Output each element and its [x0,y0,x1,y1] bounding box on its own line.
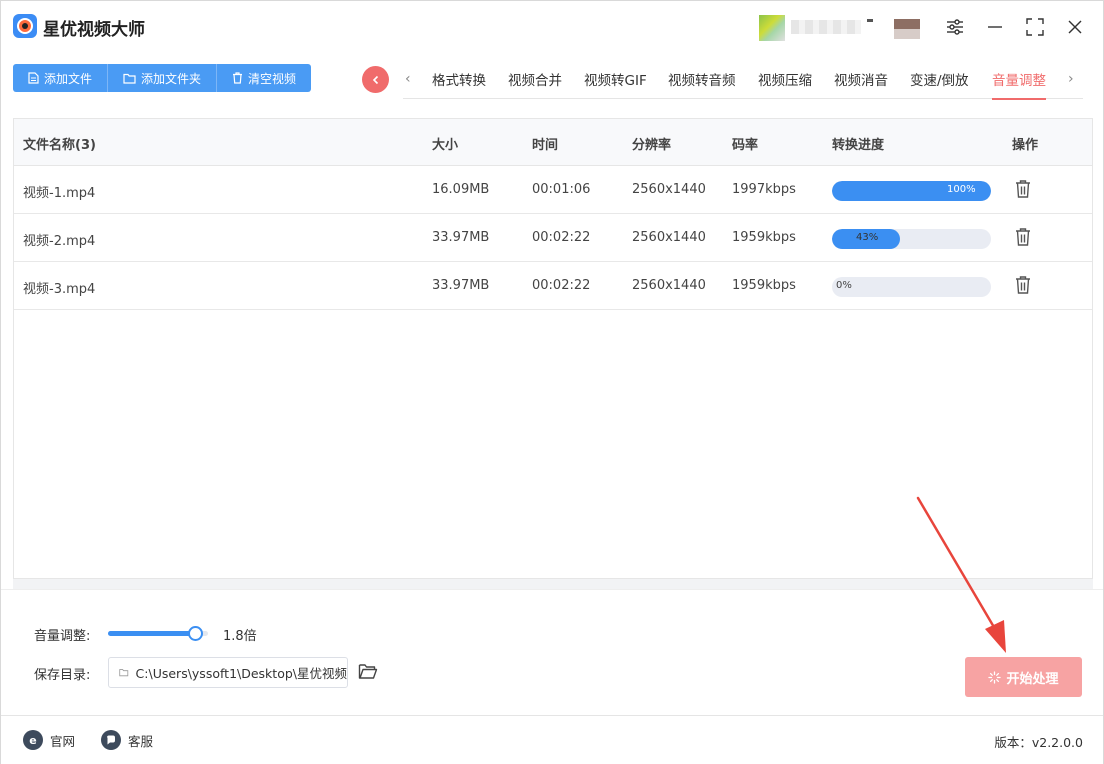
clear-videos-label: 清空视频 [248,71,297,86]
volume-value: 1.8倍 [223,629,257,644]
tab-video-compress[interactable]: 视频压缩 [758,69,812,89]
user-name-redacted [791,20,861,34]
file-name: 视频-2.mp4 [23,234,96,249]
chat-bubble-icon [101,730,121,750]
table-row[interactable]: 视频-2.mp4 33.97MB 00:02:22 2560x1440 1959… [14,214,1092,262]
chevron-left-icon [372,75,378,84]
tab-video-mute[interactable]: 视频消音 [834,69,888,89]
browser-e-icon: e [23,730,43,750]
file-duration: 00:02:22 [532,230,591,245]
file-duration: 00:02:22 [532,278,591,293]
file-bitrate: 1959kbps [732,230,796,245]
folder-icon [123,73,136,84]
open-folder-icon[interactable] [358,663,378,680]
tab-video-to-gif[interactable]: 视频转GIF [584,69,647,89]
start-processing-button[interactable]: 开始处理 [965,657,1082,697]
tabs-scroll-left-icon[interactable]: ‹ [405,71,411,87]
volume-label: 音量调整: [34,629,91,644]
delete-trash-icon[interactable] [1014,275,1032,295]
collapse-back-button[interactable] [362,66,389,93]
progress-bar: 0% [832,277,991,297]
app-window: 星优视频大师 添加文件 添加文件夹 清空视频 ‹ 格式转换 视频合并 视频转GI… [0,0,1104,764]
save-dir-value: C:\Users\yssoft1\Desktop\星优视频 [135,666,347,681]
add-folder-label: 添加文件夹 [141,71,202,86]
table-header: 文件名称(3) 大小 时间 分辨率 码率 转换进度 操作 [14,119,1092,166]
official-website-label: 官网 [50,733,76,749]
header-progress: 转换进度 [832,138,885,153]
app-logo-icon [13,14,37,38]
start-processing-label: 开始处理 [1006,671,1059,687]
status-bar: e 官网 客服 版本：v2.2.0.0 [1,715,1103,764]
tab-volume-adjust[interactable]: 音量调整 [992,69,1046,100]
maximize-icon[interactable] [1021,13,1049,41]
header-duration: 时间 [532,138,559,153]
header-file-name: 文件名称(3) [23,138,96,153]
progress-bar: 43% [832,229,991,249]
file-resolution: 2560x1440 [632,182,706,197]
file-resolution: 2560x1440 [632,278,706,293]
customer-service-label: 客服 [128,733,154,749]
progress-bar: 100% [832,181,991,201]
trash-icon [232,72,243,84]
official-website-link[interactable]: e 官网 [23,730,75,750]
tab-format-convert[interactable]: 格式转换 [432,69,486,89]
table-row[interactable]: 视频-3.mp4 33.97MB 00:02:22 2560x1440 1959… [14,262,1092,310]
version-text: 版本：v2.2.0.0 [994,735,1083,750]
user-badge-redacted [894,19,920,39]
loading-spinner-icon [988,670,1002,684]
progress-text: 0% [836,280,852,291]
add-file-button[interactable]: 添加文件 [13,64,109,92]
header-bitrate: 码率 [732,138,759,153]
file-icon [28,72,39,84]
user-separator [867,19,873,22]
file-resolution: 2560x1440 [632,230,706,245]
file-size: 16.09MB [432,182,490,197]
delete-trash-icon[interactable] [1014,179,1032,199]
volume-slider[interactable] [108,626,208,641]
table-bottom-gap [13,579,1093,589]
file-name: 视频-1.mp4 [23,186,96,201]
tabs-scroll-right-icon[interactable]: › [1068,71,1074,87]
file-name: 视频-3.mp4 [23,282,96,297]
app-title: 星优视频大师 [43,20,145,40]
tab-video-to-audio[interactable]: 视频转音频 [668,69,736,89]
clear-videos-button[interactable]: 清空视频 [217,64,312,92]
file-duration: 00:01:06 [532,182,591,197]
table-row[interactable]: 视频-1.mp4 16.09MB 00:01:06 2560x1440 1997… [14,166,1092,214]
header-actions: 操作 [1012,138,1039,153]
progress-text: 100% [947,184,976,195]
progress-text: 43% [856,232,879,243]
file-size: 33.97MB [432,230,490,245]
save-dir-input[interactable]: C:\Users\yssoft1\Desktop\星优视频 [108,657,348,688]
settings-panel: 音量调整: 1.8倍 保存目录: C:\Users\yssoft1\Deskto… [1,589,1103,715]
header-size: 大小 [432,138,459,153]
close-icon[interactable] [1061,13,1089,41]
svg-text:e: e [29,734,36,746]
title-bar: 星优视频大师 [1,1,1103,53]
save-dir-label: 保存目录: [34,668,91,683]
function-tabs: ‹ 格式转换 视频合并 视频转GIF 视频转音频 视频压缩 视频消音 变速/倒放… [403,59,1083,100]
file-bitrate: 1997kbps [732,182,796,197]
minimize-icon[interactable] [981,13,1009,41]
add-file-label: 添加文件 [44,71,93,86]
add-folder-button[interactable]: 添加文件夹 [108,64,218,92]
tab-video-merge[interactable]: 视频合并 [508,69,562,89]
file-table: 文件名称(3) 大小 时间 分辨率 码率 转换进度 操作 视频-1.mp4 16… [13,118,1093,579]
customer-service-link[interactable]: 客服 [101,730,153,750]
file-size: 33.97MB [432,278,490,293]
settings-sliders-icon[interactable] [941,13,969,41]
volume-slider-fill [108,631,195,636]
tab-speed-reverse[interactable]: 变速/倒放 [910,69,969,89]
user-avatar[interactable] [759,15,785,41]
volume-slider-thumb[interactable] [188,626,203,641]
file-toolbar: 添加文件 添加文件夹 清空视频 [13,64,312,92]
file-bitrate: 1959kbps [732,278,796,293]
folder-icon [119,669,129,677]
delete-trash-icon[interactable] [1014,227,1032,247]
header-resolution: 分辨率 [632,138,672,153]
